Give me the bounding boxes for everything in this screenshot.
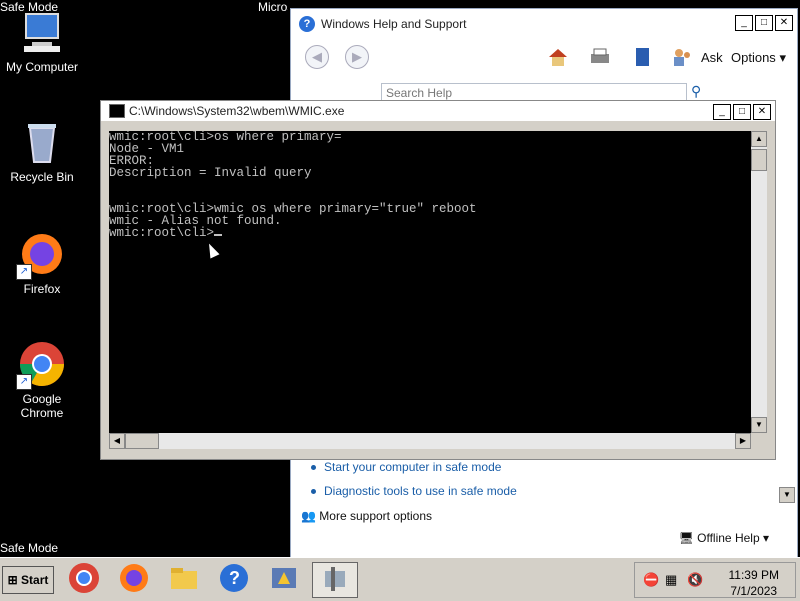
scroll-thumb[interactable] — [125, 433, 159, 449]
console-screen[interactable]: wmic:root\cli>os where primary= Node - V… — [109, 131, 751, 433]
ask-people-icon[interactable] — [671, 47, 693, 67]
help-link-safe-mode[interactable]: Start your computer in safe mode — [311, 460, 501, 474]
desktop-icon-label: Recycle Bin — [10, 170, 74, 184]
offline-help-label: Offline Help — [697, 531, 760, 545]
desktop-icon-label: My Computer — [5, 60, 79, 74]
more-support-options[interactable]: 👥 More support options — [301, 509, 432, 523]
desktop-icon-label: Google Chrome — [20, 392, 64, 420]
folder-icon — [171, 568, 197, 589]
volume-icon[interactable]: 🔇 — [687, 572, 703, 588]
desktop-icon-firefox[interactable]: ↗ Firefox — [0, 230, 84, 296]
start-button[interactable]: ⊞ Start — [2, 566, 54, 594]
close-button[interactable]: ✕ — [775, 15, 793, 31]
chrome-icon — [69, 563, 99, 593]
chevron-down-icon: ▾ — [762, 531, 769, 545]
console-line: wmic:root\cli>os where primary= — [109, 131, 342, 144]
taskbar-action-center-button[interactable] — [266, 562, 302, 596]
help-scrollbar[interactable]: ▼ — [779, 457, 795, 505]
options-label: Options — [731, 50, 776, 65]
windows-logo-icon: ⊞ — [7, 573, 18, 587]
maximize-button[interactable]: □ — [733, 104, 751, 120]
help-window-title: Windows Help and Support — [321, 17, 467, 31]
help-link-diagnostic-tools[interactable]: Diagnostic tools to use in safe mode — [311, 484, 517, 498]
scroll-down-icon[interactable]: ▼ — [751, 417, 767, 433]
taskbar-firefox-button[interactable] — [116, 562, 152, 596]
console-line: Node - VM1 — [109, 142, 185, 156]
desktop-icon-label: Firefox — [23, 282, 61, 296]
options-button[interactable]: Options ▾ — [731, 50, 786, 66]
console-title: C:\Windows\System32\wbem\WMIC.exe — [129, 104, 345, 118]
back-arrow-icon[interactable]: ◀ — [305, 45, 329, 69]
console-titlebar[interactable]: C:\Windows\System32\wbem\WMIC.exe _ □ ✕ — [101, 101, 775, 121]
device-icon[interactable]: ▦ — [665, 572, 677, 588]
svg-text:?: ? — [229, 568, 240, 588]
network-icon[interactable]: ⛔ — [643, 572, 659, 588]
wmic-console-window: C:\Windows\System32\wbem\WMIC.exe _ □ ✕ … — [100, 100, 776, 460]
computer-icon — [18, 8, 66, 56]
help-link-label: Start your computer in safe mode — [324, 460, 502, 474]
firefox-icon — [120, 564, 148, 592]
shortcut-arrow-icon: ↗ — [16, 264, 32, 280]
minimize-button[interactable]: _ — [735, 15, 753, 31]
search-icon[interactable]: ⚲ — [691, 83, 701, 100]
taskbar-chrome-button[interactable] — [66, 562, 102, 596]
help-icon: ? — [220, 564, 248, 592]
minimize-button[interactable]: _ — [713, 104, 731, 120]
help-toolbar: ◀ ▶ Ask Options ▾ — [291, 39, 797, 75]
flag-icon — [272, 568, 296, 588]
tools-icon — [325, 567, 345, 591]
bullet-icon — [311, 489, 316, 495]
maximize-button[interactable]: □ — [755, 15, 773, 31]
scroll-thumb[interactable] — [751, 149, 767, 171]
text-cursor — [214, 234, 223, 236]
desktop-icon-my-computer[interactable]: My Computer — [0, 8, 84, 74]
console-line: Description = Invalid query — [109, 166, 312, 180]
system-tray: ⛔ ▦ 🔇 11:39 PM 7/1/2023 — [634, 562, 796, 598]
scroll-down-icon[interactable]: ▼ — [779, 487, 795, 503]
forward-arrow-icon[interactable]: ▶ — [345, 45, 369, 69]
help-titlebar[interactable]: ? Windows Help and Support _ □ ✕ — [291, 9, 797, 39]
clock-time: 11:39 PM — [728, 568, 779, 582]
console-horizontal-scrollbar[interactable]: ◀ ▶ — [109, 433, 751, 449]
ask-button[interactable]: Ask — [701, 50, 723, 65]
chrome-icon: ↗ — [16, 340, 66, 390]
help-link-label: Diagnostic tools to use in safe mode — [324, 484, 517, 498]
print-icon[interactable] — [589, 47, 611, 67]
recycle-bin-icon — [18, 118, 66, 166]
console-vertical-scrollbar[interactable]: ▲ ▼ — [751, 131, 767, 433]
help-question-icon: ? — [299, 16, 315, 32]
clock-date: 7/1/2023 — [730, 584, 778, 598]
bullet-icon — [311, 465, 316, 471]
support-icon: 👥 — [301, 509, 316, 523]
home-icon[interactable] — [547, 47, 569, 67]
close-button[interactable]: ✕ — [753, 104, 771, 120]
offline-help-button[interactable]: 🖥 Offline Help ▾ — [679, 531, 769, 545]
scroll-left-icon[interactable]: ◀ — [109, 433, 125, 449]
monitor-icon: 🖥 — [678, 531, 694, 545]
scroll-up-icon[interactable]: ▲ — [751, 131, 767, 147]
safe-mode-label-bottom-left: Safe Mode — [0, 541, 59, 555]
start-label: Start — [21, 573, 49, 587]
more-support-label: More support options — [319, 509, 433, 523]
taskbar: ⊞ Start ? ⛔ ▦ 🔇 11:39 PM 7/1/2023 — [0, 557, 800, 601]
console-app-icon — [109, 104, 125, 118]
taskbar-wmic-button[interactable] — [312, 562, 358, 598]
shortcut-arrow-icon: ↗ — [16, 374, 32, 390]
desktop-icon-recycle-bin[interactable]: Recycle Bin — [0, 118, 84, 184]
firefox-icon: ↗ — [16, 230, 66, 280]
clock[interactable]: 11:39 PM 7/1/2023 — [729, 567, 779, 599]
scroll-right-icon[interactable]: ▶ — [735, 433, 751, 449]
browse-help-book-icon[interactable] — [631, 47, 653, 67]
taskbar-explorer-button[interactable] — [166, 562, 202, 596]
os-build-text: Microsoft (R) Windows (R) (Build 7601: S… — [258, 0, 288, 14]
desktop-icon-chrome[interactable]: ↗ Google Chrome — [0, 340, 84, 420]
console-prompt-line: wmic:root\cli> — [109, 227, 751, 239]
console-prompt: wmic:root\cli> — [109, 226, 215, 240]
taskbar-help-button[interactable]: ? — [216, 562, 252, 596]
chevron-down-icon: ▾ — [779, 50, 786, 65]
